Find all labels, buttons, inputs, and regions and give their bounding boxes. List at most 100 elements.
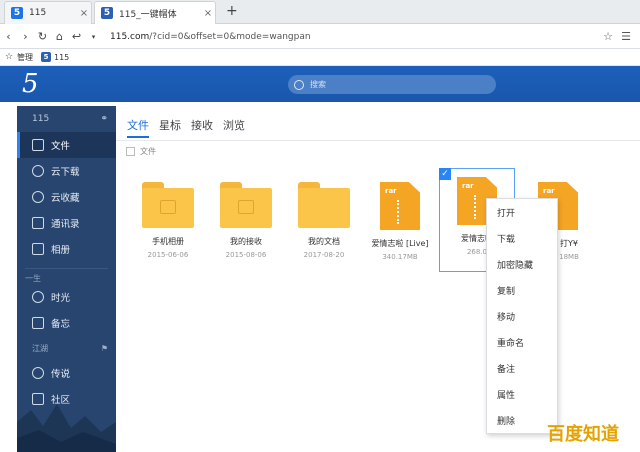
menu-item-rename[interactable]: 重命名	[487, 331, 557, 357]
menu-icon[interactable]: ☰	[620, 30, 632, 43]
file-date: 2017-08-20	[303, 251, 345, 259]
close-icon[interactable]: ×	[201, 8, 215, 19]
file-item[interactable]: 手机相册 2015-06-06	[130, 176, 206, 259]
sidebar-item-label: 传说	[51, 369, 71, 380]
select-all-label: 文件	[140, 147, 156, 156]
divider-label: 一生	[25, 274, 41, 283]
tab-files[interactable]: 文件	[127, 117, 149, 138]
sidebar-divider: 一生	[25, 268, 108, 284]
sidebar-section: 江湖 ⚑	[17, 336, 116, 360]
sidebar-item-timeline[interactable]: 时光	[17, 284, 116, 310]
url-path: /?cid=0&offset=0&mode=wangpan	[149, 31, 311, 42]
file-name: 爱情志啦 [Live]	[371, 239, 429, 248]
note-icon	[32, 317, 44, 329]
file-item[interactable]: rar 爱情志啦 [Live] 340.17MB	[362, 176, 438, 261]
bell-icon[interactable]: ⚑	[101, 344, 108, 353]
search-placeholder: 搜索	[310, 80, 326, 89]
tab-starred[interactable]: 星标	[159, 117, 181, 138]
refresh-icon[interactable]: ↻	[34, 30, 51, 43]
close-icon[interactable]: ×	[77, 8, 91, 19]
undo-icon[interactable]: ↩	[68, 30, 85, 43]
file-name: 我的文档	[308, 237, 340, 246]
menu-item-copy[interactable]: 复制	[487, 279, 557, 305]
browser-tab-115[interactable]: 5 115 ×	[4, 1, 92, 24]
browser-tab-bar: 5 115 × 5 115_一键帽体 × +	[0, 0, 640, 24]
sidebar-item-label: 相册	[51, 245, 71, 256]
sidebar-item-files[interactable]: 文件	[17, 132, 116, 158]
url-field[interactable]: 115.com/?cid=0&offset=0&mode=wangpan	[110, 32, 602, 42]
mountain-decoration	[17, 404, 116, 452]
sidebar-item-memo[interactable]: 备忘	[17, 310, 116, 336]
115-icon: 5	[101, 7, 113, 19]
file-date: 2015-08-06	[225, 251, 267, 259]
sidebar-item-label: 文件	[51, 141, 71, 152]
app-header: 5 搜索	[0, 66, 640, 102]
file-name: 手机相册	[152, 237, 184, 246]
tabs-divider	[116, 140, 640, 141]
select-all[interactable]: 文件	[126, 146, 156, 157]
checkbox[interactable]	[126, 147, 135, 156]
check-icon[interactable]: ✓	[439, 168, 451, 180]
search-input[interactable]: 搜索	[288, 75, 496, 94]
sidebar-item-label: 备忘	[51, 319, 71, 330]
new-tab-button[interactable]: +	[226, 3, 238, 19]
main-panel: 文件 星标 接收 浏览 文件 手机相册 2015-06-06 我的接收 2015…	[116, 106, 640, 452]
archive-icon: rar	[380, 182, 420, 230]
bookmarks-bar: ☆ 管理 5 115	[0, 49, 640, 66]
app-logo[interactable]: 5	[22, 69, 39, 99]
main-tabs: 文件 星标 接收 浏览	[127, 117, 245, 138]
menu-item-open[interactable]: 打开	[487, 201, 557, 227]
sidebar-item-label: 云下载	[51, 167, 80, 178]
file-item[interactable]: 我的文档 2017-08-20	[286, 176, 362, 259]
folder-icon	[298, 182, 350, 228]
photo-icon	[32, 243, 44, 255]
chevron-down-icon[interactable]: ▾	[85, 33, 102, 41]
menu-item-encrypt-hide[interactable]: 加密隐藏	[487, 253, 557, 279]
file-name: 我的接收	[230, 237, 262, 246]
legend-icon	[32, 367, 44, 379]
home-icon[interactable]: ⌂	[51, 30, 68, 43]
clock-icon	[32, 291, 44, 303]
tab-title: 115	[29, 8, 47, 18]
sidebar-account: 115 ⚭	[17, 106, 116, 132]
115-icon: 5	[41, 52, 51, 62]
account-label: 115	[32, 114, 50, 124]
forward-icon[interactable]: ›	[17, 30, 34, 43]
sidebar-item-photos[interactable]: 相册	[17, 236, 116, 262]
file-item[interactable]: 我的接收 2015-08-06	[208, 176, 284, 259]
file-icon	[32, 139, 44, 151]
menu-item-download[interactable]: 下载	[487, 227, 557, 253]
bookmark-115[interactable]: 5 115	[41, 52, 69, 62]
star-icon[interactable]: ☆	[602, 30, 614, 43]
section-label: 江湖	[32, 343, 48, 353]
sidebar-item-cloud-star[interactable]: 云收藏	[17, 184, 116, 210]
headphones-icon[interactable]: ⚭	[100, 114, 108, 124]
address-bar: ‹ › ↻ ⌂ ↩ ▾ 115.com/?cid=0&offset=0&mode…	[0, 25, 640, 49]
tab-title: 115_一键帽体	[119, 9, 177, 20]
bookmark-label: 115	[54, 52, 70, 62]
tab-browse[interactable]: 浏览	[223, 117, 245, 138]
bookmark-label: 管理	[17, 52, 33, 62]
folder-icon	[220, 182, 272, 228]
menu-item-note[interactable]: 备注	[487, 357, 557, 383]
back-icon[interactable]: ‹	[0, 30, 17, 43]
folder-icon	[142, 182, 194, 228]
bookmark-manage[interactable]: ☆ 管理	[4, 52, 33, 63]
cloud-download-icon	[32, 165, 44, 177]
tab-received[interactable]: 接收	[191, 117, 213, 138]
sidebar: 115 ⚭ 文件 云下载 云收藏 通讯录 相册 一生 时光 备忘 江湖 ⚑ 传说	[17, 106, 116, 452]
sidebar-item-label: 通讯录	[51, 219, 80, 230]
menu-item-move[interactable]: 移动	[487, 305, 557, 331]
url-host: 115.com	[110, 31, 150, 42]
sidebar-item-cloud-download[interactable]: 云下载	[17, 158, 116, 184]
sidebar-item-label: 时光	[51, 293, 71, 304]
menu-item-properties[interactable]: 属性	[487, 383, 557, 409]
context-menu: 打开 下载 加密隐藏 复制 移动 重命名 备注 属性 删除	[486, 198, 558, 434]
watermark: 百度知道	[547, 424, 619, 445]
file-date: 2015-06-06	[147, 251, 189, 259]
search-icon	[294, 79, 304, 90]
browser-tab-active[interactable]: 5 115_一键帽体 ×	[94, 1, 216, 24]
sidebar-item-contacts[interactable]: 通讯录	[17, 210, 116, 236]
contacts-icon	[32, 217, 44, 229]
star-icon: ☆	[4, 52, 14, 62]
